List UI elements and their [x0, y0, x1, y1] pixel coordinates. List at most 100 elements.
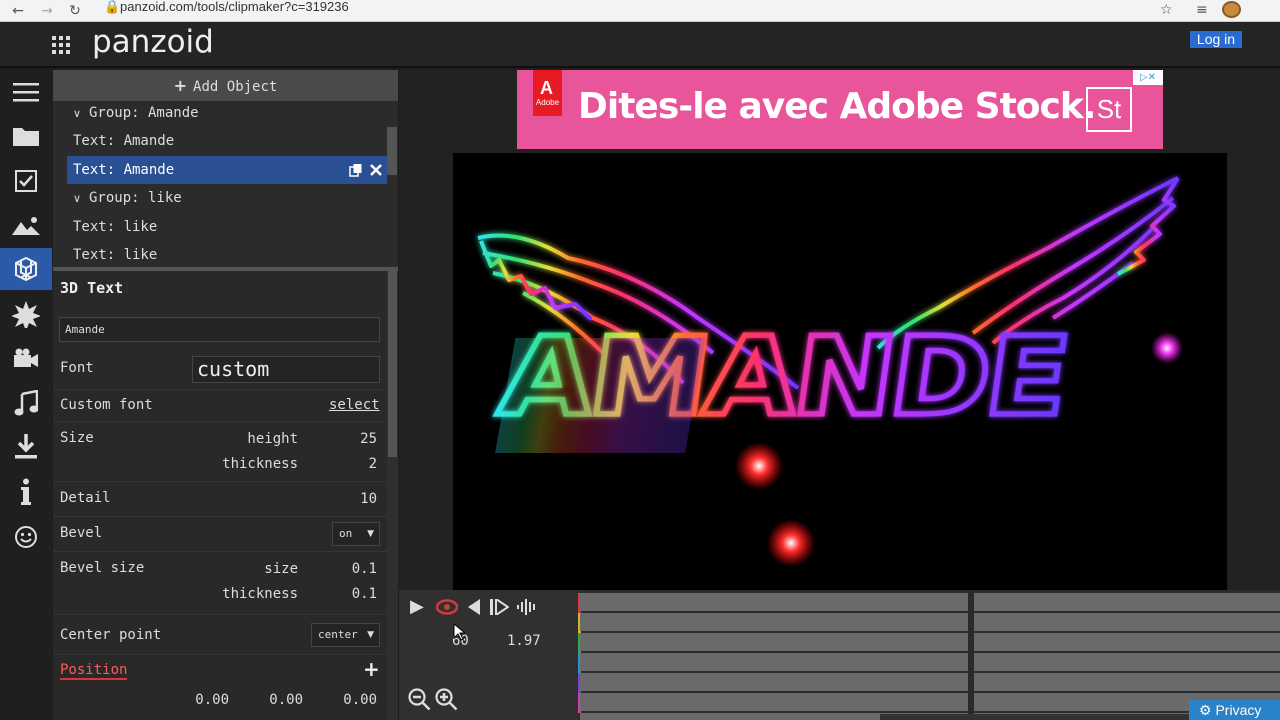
list-item-label: Text: like — [73, 247, 158, 263]
divider — [53, 481, 387, 482]
timeline-track[interactable] — [580, 593, 1280, 611]
zoom-in-icon[interactable] — [435, 688, 459, 712]
smiley-icon[interactable] — [0, 516, 52, 558]
apps-grid-icon[interactable] — [52, 36, 70, 54]
bevel-size-thickness-label: thickness — [222, 586, 298, 602]
timeline-track[interactable] — [580, 613, 1280, 631]
divider — [53, 421, 387, 422]
divider — [53, 516, 387, 517]
step-forward-icon[interactable] — [489, 599, 509, 615]
list-item-label: Group: like — [89, 190, 182, 206]
height-value[interactable]: 25 — [323, 431, 377, 447]
download-icon[interactable] — [0, 426, 52, 468]
center-point-label: Center point — [60, 627, 162, 643]
position-label[interactable]: Position — [60, 662, 128, 680]
row-tools — [349, 156, 383, 184]
size-label: Size — [60, 430, 94, 446]
privacy-label: Privacy — [1215, 702, 1262, 718]
height-label: height — [247, 431, 298, 447]
timeline-controls: ▶ 60 1.97 — [399, 590, 578, 720]
properties-scrollbar[interactable] — [387, 271, 398, 720]
add-keyframe-icon[interactable]: + — [363, 657, 380, 681]
bevel-size-thickness-value[interactable]: 0.1 — [323, 586, 377, 602]
position-y[interactable]: 0.00 — [247, 692, 303, 708]
playlist-icon[interactable]: ≡ — [1196, 2, 1208, 18]
list-item[interactable]: Text: like — [67, 213, 387, 241]
thickness-value[interactable]: 2 — [323, 456, 377, 472]
play-icon[interactable]: ▶ — [410, 596, 424, 617]
font-label: Font — [60, 360, 94, 376]
delete-icon[interactable] — [369, 163, 383, 177]
menu-icon[interactable] — [0, 71, 52, 113]
extension-cookie-icon[interactable] — [1222, 1, 1241, 18]
preview-canvas[interactable]: AMANDE — [453, 153, 1227, 590]
bevel-dropdown[interactable]: on ▼ — [332, 522, 380, 546]
adchoices-icon[interactable]: ▷✕ — [1133, 70, 1163, 85]
app-header: panzoid Log in — [0, 22, 1280, 68]
chevron-down-icon[interactable]: ∨ — [73, 100, 89, 128]
detail-label: Detail — [60, 490, 111, 506]
bevel-size-size-value[interactable]: 0.1 — [323, 561, 377, 577]
playhead[interactable] — [968, 590, 974, 720]
list-item[interactable]: Text: Amande — [67, 127, 387, 155]
forward-icon[interactable]: → — [38, 2, 56, 20]
text-content-input[interactable]: Amande — [59, 317, 380, 342]
center-point-dropdown[interactable]: center ▼ — [311, 623, 380, 647]
object-list-panel: + Add Object ∨ Group: Amande Text: Amande … — [53, 70, 398, 267]
waveform-icon[interactable] — [516, 599, 538, 615]
mouse-cursor-icon — [453, 623, 465, 641]
timeline-track[interactable] — [580, 653, 1280, 671]
light-flare — [767, 519, 815, 567]
divider — [53, 389, 387, 390]
bevel-size-size-label: size — [264, 561, 298, 577]
add-object-label: Add Object — [193, 79, 278, 95]
timeline-track[interactable] — [580, 633, 1280, 651]
zoom-out-icon[interactable] — [408, 688, 432, 712]
timeline-track[interactable] — [580, 693, 1280, 711]
list-item-selected[interactable]: Text: Amande — [67, 156, 387, 184]
scrollbar-thumb[interactable] — [388, 271, 397, 457]
camera-icon[interactable] — [0, 337, 52, 379]
select-font-link[interactable]: select — [329, 397, 380, 413]
divider — [53, 614, 387, 615]
ad-banner[interactable]: A Adobe Dites-le avec Adobe Stock. St ▷✕ — [517, 70, 1163, 149]
font-field[interactable]: custom — [192, 356, 380, 383]
list-item-group[interactable]: ∨ Group: Amande — [67, 99, 387, 127]
dropdown-arrow-icon: ▼ — [367, 630, 374, 640]
chevron-down-icon[interactable]: ∨ — [73, 185, 89, 213]
address-bar[interactable]: 🔒panzoid.com/tools/clipmaker?c=319236 — [104, 0, 349, 22]
light-flare — [735, 442, 783, 490]
position-z[interactable]: 0.00 — [321, 692, 377, 708]
custom-font-label: Custom font — [60, 397, 153, 413]
back-icon[interactable]: ← — [9, 2, 27, 20]
detail-value[interactable]: 10 — [323, 491, 377, 507]
timeline-track[interactable] — [580, 673, 1280, 691]
info-icon[interactable] — [0, 471, 52, 513]
list-item[interactable]: Text: like — [67, 241, 387, 267]
logo[interactable]: panzoid — [92, 24, 214, 60]
adobe-stock-badge: St — [1086, 87, 1132, 132]
eye-icon[interactable] — [436, 599, 458, 615]
gear-icon: ⚙ — [1199, 702, 1216, 718]
lock-icon: 🔒 — [104, 0, 121, 14]
browser-toolbar: ← → ↻ 🔒panzoid.com/tools/clipmaker?c=319… — [0, 0, 1280, 22]
list-item-group[interactable]: ∨ Group: like — [67, 184, 387, 212]
time-value[interactable]: 1.97 — [507, 633, 541, 649]
properties-panel: 3D Text Amande Font custom Custom font s… — [53, 271, 387, 720]
image-icon[interactable] — [0, 204, 52, 246]
folder-icon[interactable] — [0, 115, 52, 157]
timeline-tracks[interactable] — [580, 593, 1280, 720]
add-object-button[interactable]: + Add Object — [53, 70, 398, 101]
privacy-button[interactable]: ⚙ Privacy — [1189, 700, 1280, 720]
checkbox-icon[interactable] — [0, 160, 52, 202]
3d-box-icon[interactable] — [0, 248, 52, 290]
object-list-scrollbar[interactable] — [387, 127, 397, 175]
login-button[interactable]: Log in — [1190, 31, 1242, 48]
position-x[interactable]: 0.00 — [173, 692, 229, 708]
reload-icon[interactable]: ↻ — [66, 2, 84, 20]
burst-icon[interactable] — [0, 293, 52, 335]
music-icon[interactable] — [0, 382, 52, 424]
duplicate-icon[interactable] — [349, 163, 363, 177]
star-icon[interactable]: ☆ — [1160, 2, 1173, 18]
step-back-icon[interactable] — [467, 599, 481, 615]
